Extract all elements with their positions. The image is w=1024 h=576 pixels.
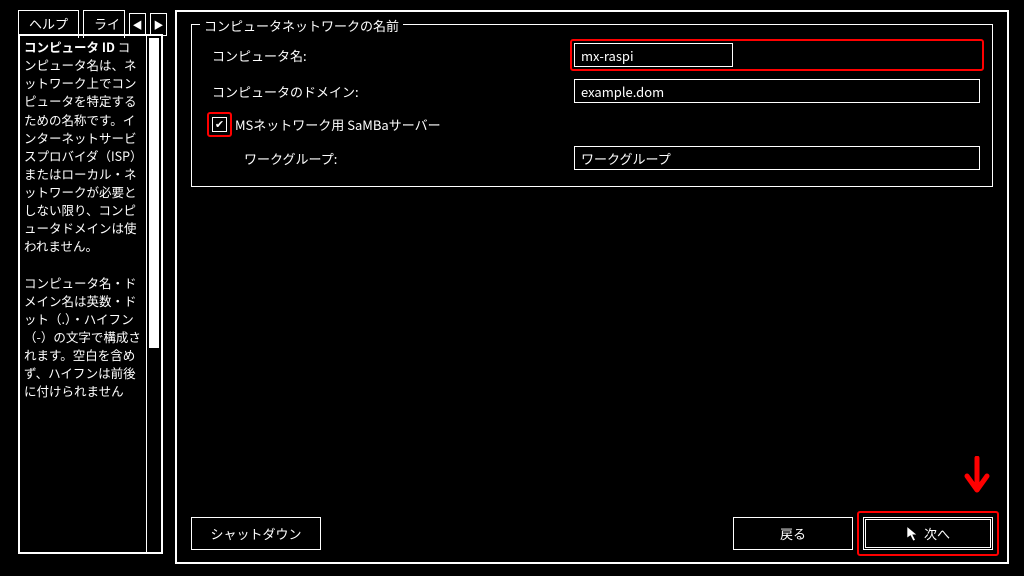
row-computer-name: コンピュータ名: xyxy=(204,43,980,67)
scrollbar-thumb[interactable] xyxy=(149,38,159,348)
domain-label: コンピュータのドメイン: xyxy=(204,82,574,101)
computer-name-label: コンピュータ名: xyxy=(204,46,574,65)
computer-name-input[interactable] xyxy=(574,43,733,67)
tab-scroll-left-icon[interactable]: ◀ xyxy=(129,13,146,36)
network-name-fieldset: コンピュータネットワークの名前 コンピュータ名: コンピュータのドメイン: ✔ xyxy=(191,24,993,187)
next-button-label: 次へ xyxy=(924,524,950,543)
next-button[interactable]: 次へ xyxy=(863,517,993,550)
help-heading: コンピュータ ID xyxy=(24,37,115,56)
annotation-arrow-icon xyxy=(957,456,997,502)
back-button[interactable]: 戻る xyxy=(733,517,853,550)
samba-label: MSネットワーク用 SaMBaサーバー xyxy=(235,115,441,134)
scrollbar[interactable] xyxy=(146,36,161,552)
shutdown-button[interactable]: シャットダウン xyxy=(191,517,321,550)
workgroup-input[interactable] xyxy=(574,146,980,170)
domain-input[interactable] xyxy=(574,79,980,103)
main-panel: コンピュータネットワークの名前 コンピュータ名: コンピュータのドメイン: ✔ xyxy=(175,10,1009,564)
help-para1: コンピュータ名は、ネットワーク上でコンピュータを特定するための名称です。インター… xyxy=(24,37,137,255)
help-para2: コンピュータ名・ドメイン名は英数・ドット（.）・ハイフン（-）の文字で構成されま… xyxy=(24,273,141,401)
tab-scroll-right-icon[interactable]: ▶ xyxy=(150,13,167,36)
workgroup-label: ワークグループ: xyxy=(204,149,574,168)
help-text: コンピュータ ID コンピュータ名は、ネットワーク上でコンピュータを特定するため… xyxy=(20,36,146,552)
row-samba: ✔ MSネットワーク用 SaMBaサーバー xyxy=(204,115,980,134)
button-row: シャットダウン 戻る 次へ xyxy=(191,517,993,550)
samba-checkbox[interactable]: ✔ xyxy=(212,117,227,132)
help-panel: コンピュータ ID コンピュータ名は、ネットワーク上でコンピュータを特定するため… xyxy=(18,34,163,554)
row-domain: コンピュータのドメイン: xyxy=(204,79,980,103)
fieldset-legend: コンピュータネットワークの名前 xyxy=(200,16,403,35)
row-workgroup: ワークグループ: xyxy=(204,146,980,170)
cursor-icon xyxy=(906,525,920,543)
